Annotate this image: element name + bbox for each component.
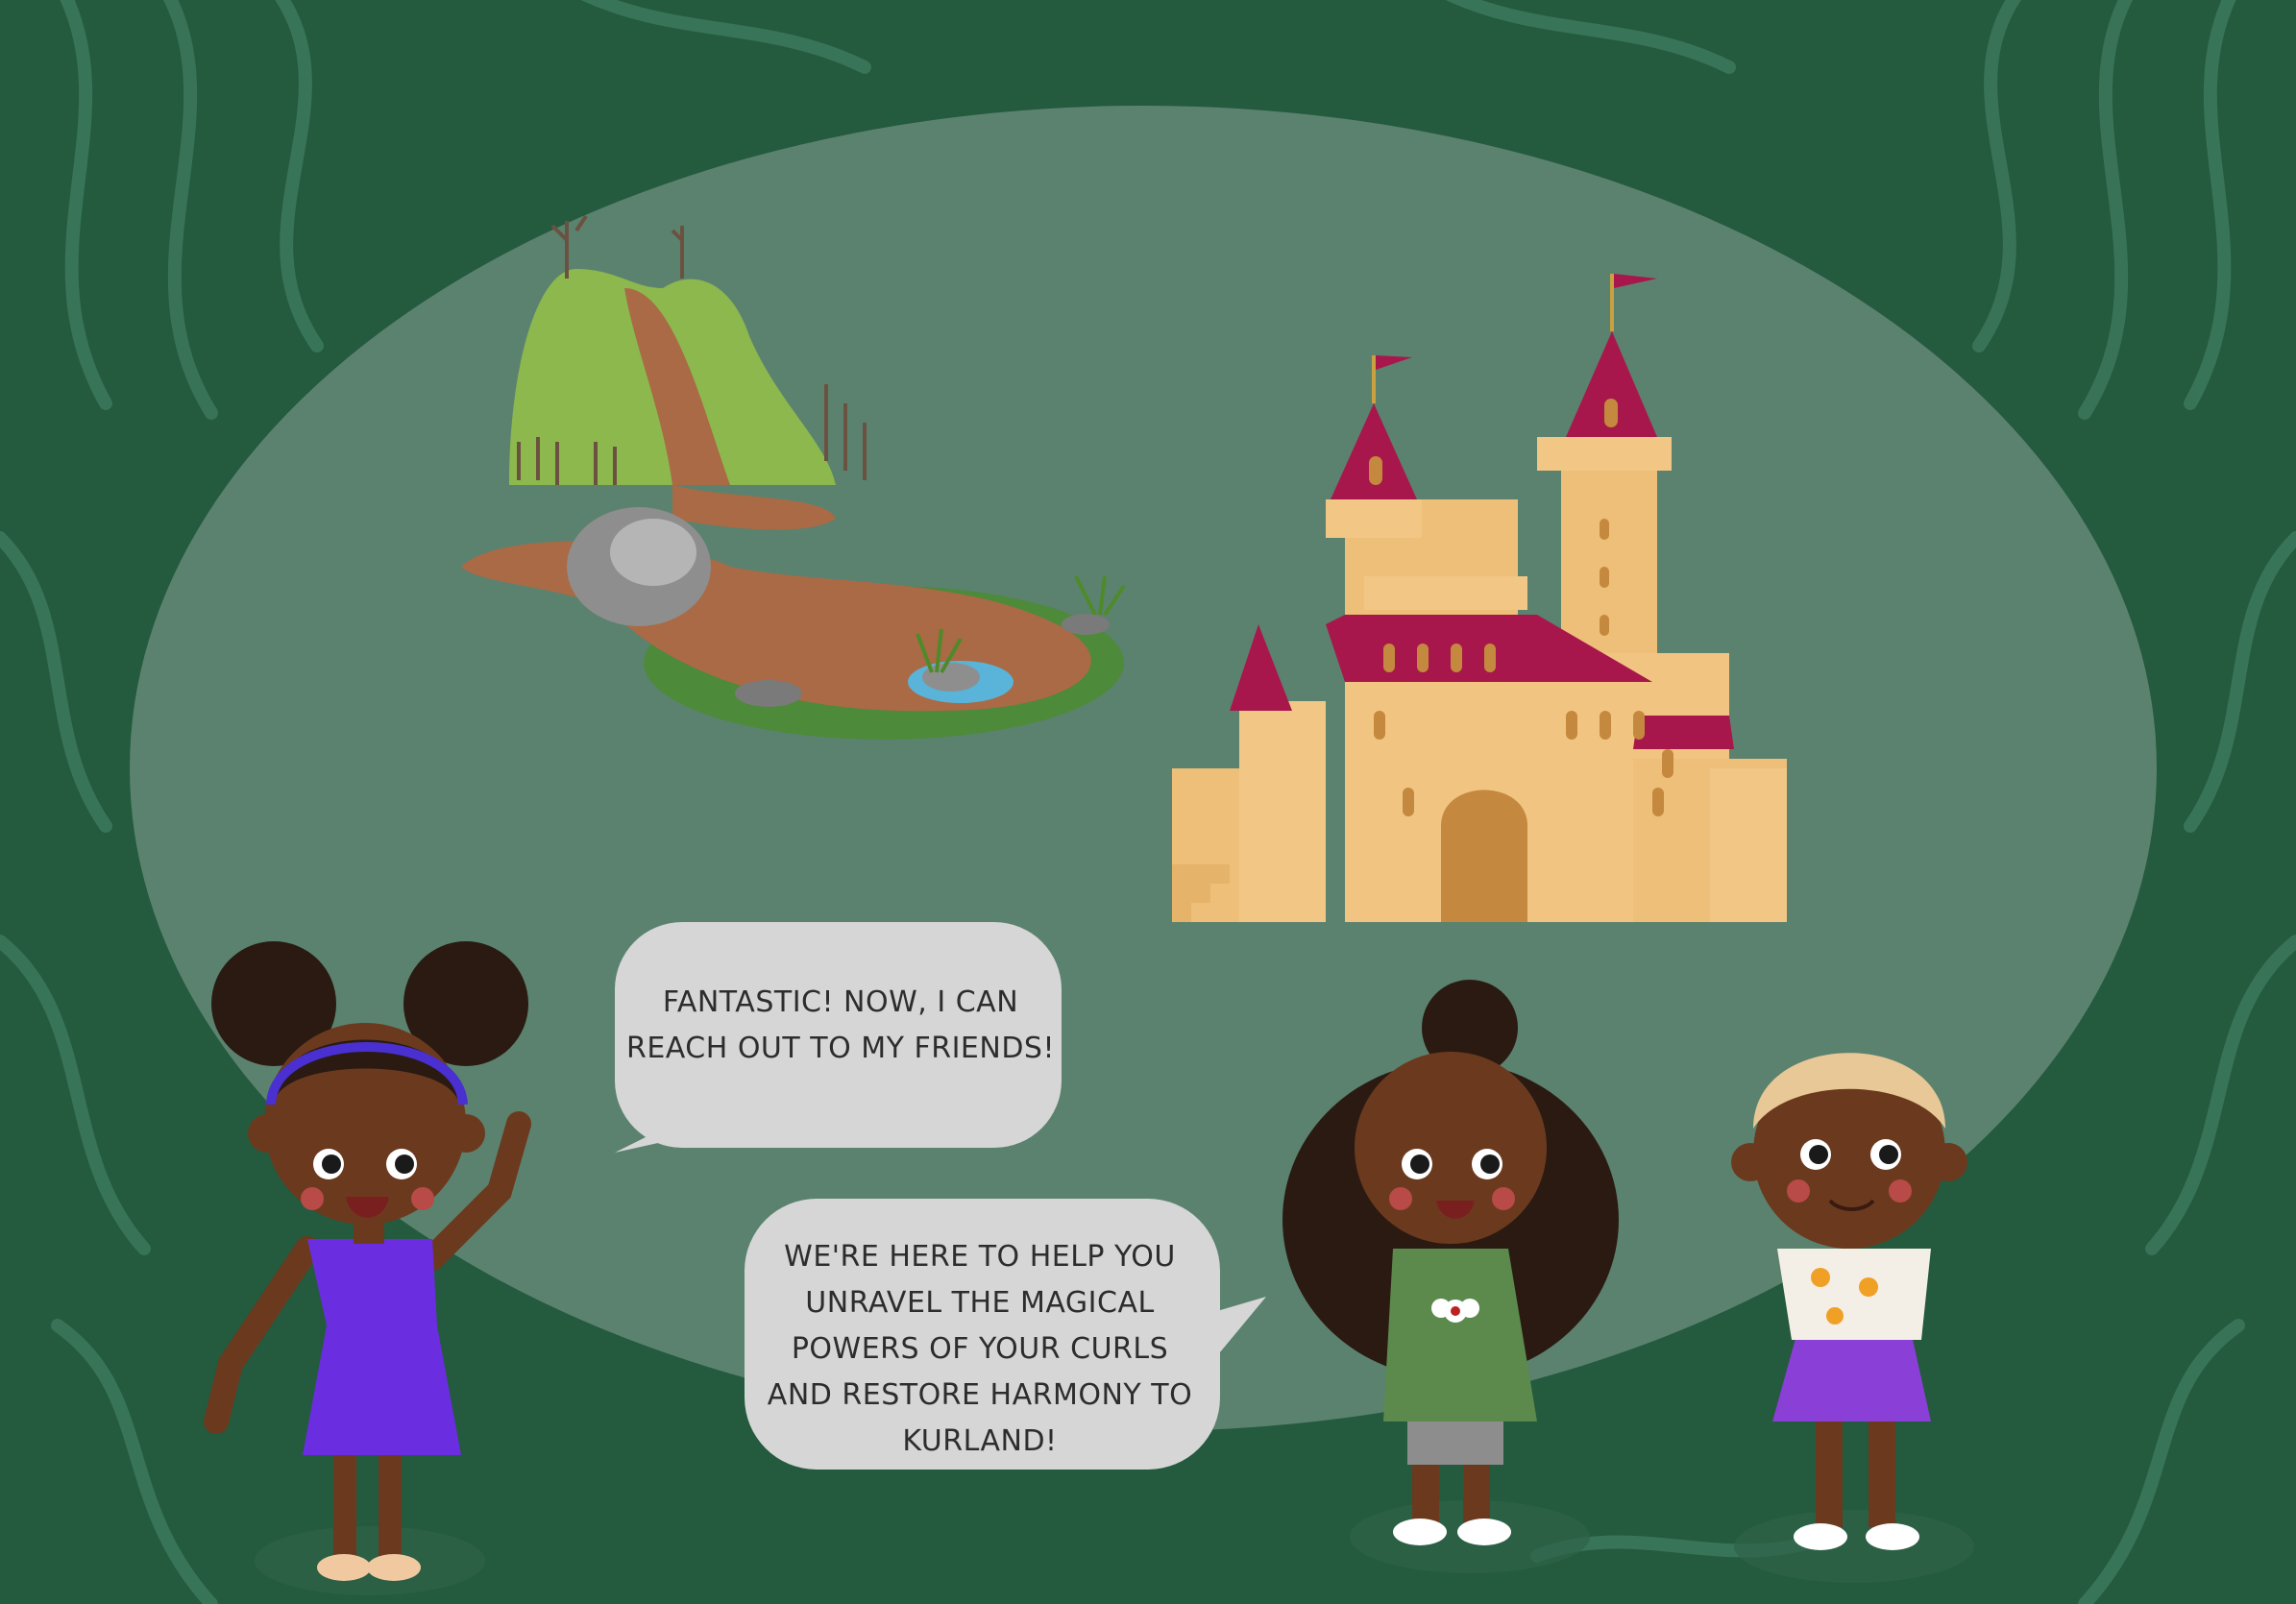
speech-bubble-2-text: WE'RE HERE TO HELP YOU UNRAVEL THE MAGIC… — [767, 1240, 1193, 1458]
storybook-page: FANTASTIC! NOW, I CAN REACH OUT TO MY FR… — [0, 0, 2296, 1604]
speech-bubble-1-text: FANTASTIC! NOW, I CAN REACH OUT TO MY FR… — [625, 985, 1055, 1065]
